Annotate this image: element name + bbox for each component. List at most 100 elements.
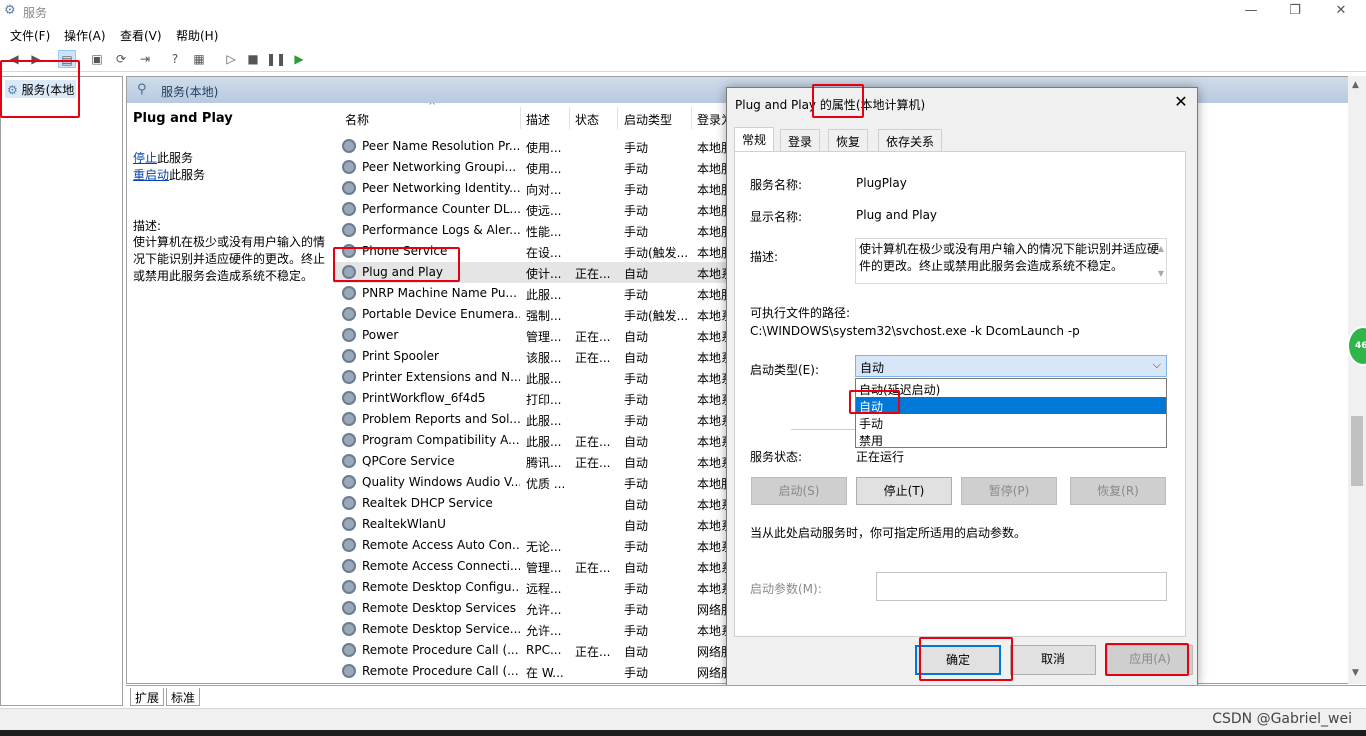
column-header-name[interactable]: 名称 [345, 111, 369, 128]
service-desc-cell: 远程... [526, 582, 562, 596]
table-row[interactable]: Realtek DHCP Service 自动 本地系 [333, 493, 743, 514]
service-status-cell: 正在... [575, 330, 611, 344]
startup-option-auto-delayed[interactable]: 自动(延迟启动) [856, 380, 1166, 397]
help-icon[interactable]: ? [166, 50, 184, 68]
service-desc-cell: 此服... [526, 288, 562, 302]
table-row[interactable]: Print Spooler 该服... 正在... 自动 本地系 [333, 346, 743, 367]
service-startup-cell: 手动 [624, 141, 649, 155]
tab-general[interactable]: 常规 [734, 127, 775, 152]
service-startup-cell: 自动 [624, 351, 649, 365]
service-name-cell: PrintWorkflow_6f4d5 [362, 391, 486, 405]
table-row[interactable]: PNRP Machine Name Pu... 此服... 手动 本地服 [333, 283, 743, 304]
table-row[interactable]: Printer Extensions and N... 此服... 手动 本地系 [333, 367, 743, 388]
column-divider[interactable] [569, 107, 570, 129]
table-row[interactable]: Peer Name Resolution Pr... 使用... 手动 本地服 [333, 136, 743, 157]
menu-view[interactable]: 查看(V) [120, 27, 162, 44]
dialog-close-button[interactable]: ✕ [1169, 92, 1193, 112]
column-header-startup-type[interactable]: 启动类型 [624, 111, 672, 128]
pause-service-icon[interactable]: ❚❚ [266, 50, 286, 68]
table-row[interactable]: Problem Reports and Sol... 此服... 手动 本地系 [333, 409, 743, 430]
service-name-cell: Power [362, 328, 399, 342]
scroll-down-icon[interactable]: ▼ [1352, 668, 1359, 678]
stop-service-link[interactable]: 停止 [133, 151, 157, 165]
service-startup-cell: 自动 [624, 519, 649, 533]
properties-dialog: Plug and Play 的属性(本地计算机) ✕ 常规 登录 恢复 依存关系… [726, 87, 1198, 686]
gear-icon [342, 580, 356, 594]
table-row[interactable]: Power 管理... 正在... 自动 本地系 [333, 325, 743, 346]
export-icon[interactable]: ⇥ [136, 50, 154, 68]
refresh-icon[interactable]: ⟳ [112, 50, 130, 68]
service-name-cell: PNRP Machine Name Pu... [362, 286, 517, 300]
gear-icon [342, 328, 356, 342]
table-row[interactable]: QPCore Service 腾讯... 正在... 自动 本地系 [333, 451, 743, 472]
properties-icon[interactable]: ▣ [88, 50, 106, 68]
startup-type-select[interactable]: 自动 ⌵ [855, 355, 1167, 377]
table-row[interactable]: Remote Desktop Configu... 远程... 手动 本地系 [333, 577, 743, 598]
dialog-description-box[interactable]: 使计算机在极少或没有用户输入的情况下能识别并适应硬件的更改。终止或禁用此服务会造… [855, 238, 1167, 284]
column-header-status[interactable]: 状态 [575, 111, 599, 128]
startup-param-input[interactable] [876, 572, 1167, 601]
menu-help[interactable]: 帮助(H) [176, 27, 218, 44]
table-row[interactable]: Remote Access Connecti... 管理... 正在... 自动 本地系 [333, 556, 743, 577]
view-icon[interactable]: ▦ [190, 50, 208, 68]
table-row[interactable]: Portable Device Enumera... 强制... 手动(触发... 本… [333, 304, 743, 325]
tab-dependencies[interactable]: 依存关系 [878, 129, 943, 151]
table-row[interactable]: Remote Procedure Call (... RPC... 正在... 自动网… [333, 640, 743, 661]
desc-scroll-up-icon[interactable]: ▲ [1158, 240, 1164, 257]
column-divider[interactable] [617, 107, 618, 129]
stop-service-icon[interactable]: ■ [244, 50, 262, 68]
startup-option-disabled[interactable]: 禁用 [856, 431, 1166, 448]
service-startup-cell: 手动 [624, 225, 649, 239]
table-row[interactable]: Remote Registry使远...禁用本地服 [333, 682, 743, 683]
resume-button[interactable]: 恢复(R) [1070, 477, 1166, 505]
table-row[interactable]: Peer Networking Identity... 向对... 手动 本地服 [333, 178, 743, 199]
table-row[interactable]: Program Compatibility A... 此服... 正在... 自动 本地… [333, 430, 743, 451]
table-row[interactable]: Remote Access Auto Con... 无论... 手动 本地系 [333, 535, 743, 556]
desc-scroll-down-icon[interactable]: ▼ [1158, 265, 1164, 282]
menu-action[interactable]: 操作(A) [64, 27, 106, 44]
window-title: 服务 [23, 6, 48, 20]
pause-button[interactable]: 暂停(P) [961, 477, 1057, 505]
tab-extended[interactable]: 扩展 [130, 688, 165, 706]
startup-option-auto[interactable]: 自动 [856, 397, 1166, 414]
table-row[interactable]: Performance Logs & Aler... 性能... 手动 本地服 [333, 220, 743, 241]
table-row[interactable]: Remote Desktop Services 允许... 手动 网络服 [333, 598, 743, 619]
scroll-up-icon[interactable]: ▲ [1352, 80, 1359, 90]
service-desc-cell: 打印... [526, 393, 562, 407]
column-header-description[interactable]: 描述 [526, 111, 550, 128]
gear-icon [342, 181, 356, 195]
minimize-button[interactable]: — [1228, 0, 1274, 22]
restore-button[interactable]: ❐ [1272, 0, 1318, 22]
service-status-label: 服务状态: [750, 450, 803, 464]
service-desc-cell: 无论... [526, 540, 562, 554]
scrollbar-thumb[interactable] [1351, 416, 1363, 486]
service-desc-cell: 在 W... [526, 666, 564, 680]
stop-button[interactable]: 停止(T) [856, 477, 952, 505]
restart-service-icon[interactable]: ▶ [290, 50, 308, 68]
menu-file[interactable]: 文件(F) [10, 27, 50, 44]
cancel-button[interactable]: 取消 [1010, 645, 1096, 675]
table-row[interactable]: Performance Counter DL... 使远... 手动 本地服 [333, 199, 743, 220]
table-row[interactable]: RealtekWlanU 自动 本地系 [333, 514, 743, 535]
table-row[interactable]: Quality Windows Audio V... 优质 ... 手动 本地服 [333, 472, 743, 493]
table-row[interactable]: Peer Networking Groupi... 使用... 手动 本地服 [333, 157, 743, 178]
startup-param-hint: 当从此处启动服务时，你可指定所适用的启动参数。 [750, 526, 1027, 540]
startup-option-manual[interactable]: 手动 [856, 414, 1166, 431]
column-divider[interactable] [691, 107, 692, 129]
restart-service-link[interactable]: 重启动 [133, 168, 169, 182]
table-row[interactable]: PrintWorkflow_6f4d5 打印... 手动 本地系 [333, 388, 743, 409]
table-row[interactable]: Remote Desktop Service... 允许... 手动 本地系 [333, 619, 743, 640]
column-divider[interactable] [520, 107, 521, 129]
close-button[interactable]: ✕ [1318, 0, 1364, 22]
tab-recovery[interactable]: 恢复 [828, 129, 869, 151]
tab-logon[interactable]: 登录 [780, 129, 821, 151]
dialog-description-text: 使计算机在极少或没有用户输入的情况下能识别并适应硬件的更改。终止或禁用此服务会造… [859, 242, 1160, 273]
start-service-icon[interactable]: ▷ [222, 50, 240, 68]
table-row[interactable]: Remote Procedure Call (... 在 W... 手动 网络服 [333, 661, 743, 682]
tab-standard[interactable]: 标准 [166, 688, 201, 706]
service-startup-cell: 手动 [624, 288, 649, 302]
service-startup-cell: 自动 [624, 498, 649, 512]
annotation-box [812, 84, 864, 118]
vertical-scrollbar[interactable]: ▲ ▼ [1348, 76, 1366, 684]
start-button[interactable]: 启动(S) [751, 477, 847, 505]
